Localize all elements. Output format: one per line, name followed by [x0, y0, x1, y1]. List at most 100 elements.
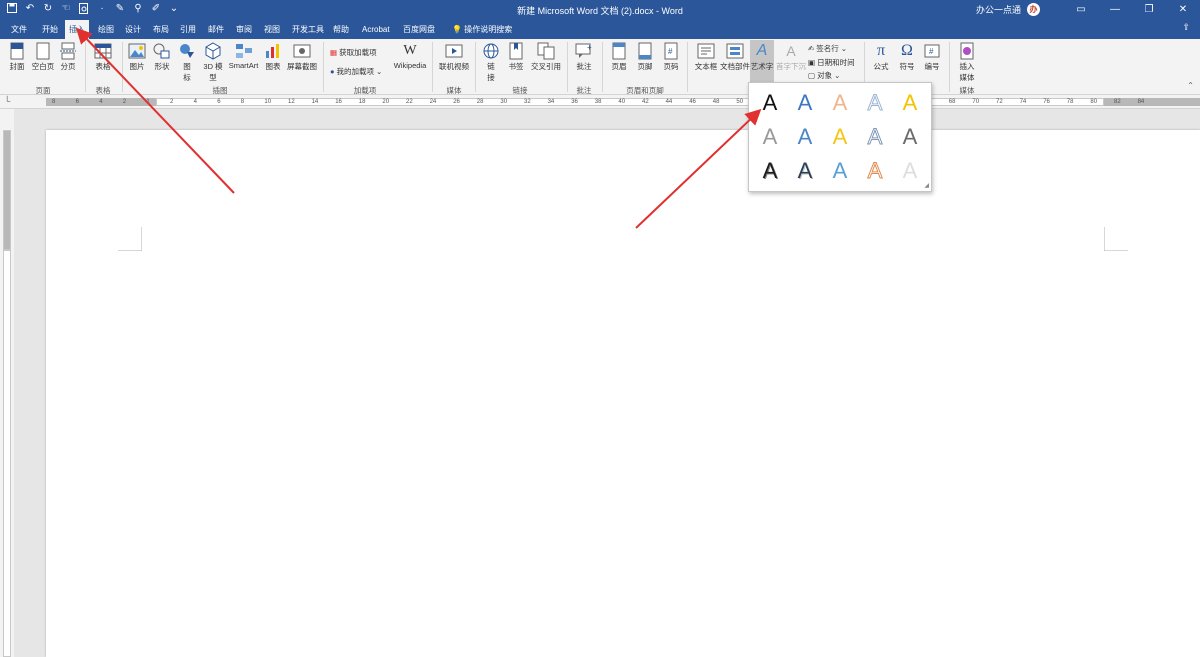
- ruler-tick-label: 72: [996, 99, 1003, 105]
- footer-icon: [638, 42, 652, 60]
- group-separator: [85, 42, 86, 92]
- ruler-tick-label: 48: [712, 99, 720, 105]
- resize-grip-icon[interactable]: ◢: [924, 182, 929, 189]
- svg-text:#: #: [668, 47, 673, 56]
- wordart-style-10[interactable]: A: [893, 121, 927, 153]
- quick-parts-button[interactable]: 文档部件: [720, 42, 750, 72]
- textbox-icon: [697, 43, 715, 59]
- wordart-style-12[interactable]: A: [788, 155, 822, 187]
- bookmark-button[interactable]: 书签: [506, 42, 526, 72]
- tab-layout[interactable]: 布局: [149, 20, 173, 39]
- comment-button[interactable]: + 批注: [573, 42, 595, 72]
- cover-page-icon: [10, 42, 24, 60]
- cover-page-button[interactable]: 封面: [6, 42, 28, 72]
- wordart-style-7[interactable]: A: [788, 121, 822, 153]
- tab-draw[interactable]: 绘图: [94, 20, 118, 39]
- object-button[interactable]: ▢ 对象 ⌄: [808, 70, 840, 81]
- link-button[interactable]: 链 接: [481, 42, 501, 83]
- wordart-style-11[interactable]: A: [753, 155, 787, 187]
- number-button[interactable]: # 编号: [921, 42, 943, 72]
- tab-mailings[interactable]: 邮件: [204, 20, 228, 39]
- chart-button[interactable]: 图表: [263, 42, 283, 72]
- ruler-tick-label: 16: [335, 99, 342, 105]
- wordart-style-15[interactable]: A: [893, 155, 927, 187]
- ruler-tick-label: 70: [972, 99, 980, 105]
- ruler-tick-label: 8: [240, 99, 245, 105]
- ribbon-display-options-icon[interactable]: ▭: [1064, 0, 1098, 20]
- screenshot-button[interactable]: 屏幕截图: [286, 42, 318, 72]
- wordart-style-2[interactable]: A: [788, 87, 822, 119]
- dropcap-button[interactable]: A 首字下沉: [776, 42, 806, 72]
- 3d-models-button[interactable]: 3D 模 型: [202, 42, 224, 83]
- tab-file[interactable]: 文件: [7, 20, 31, 39]
- minimize-icon[interactable]: —: [1098, 0, 1132, 20]
- collapse-ribbon-icon[interactable]: ⌃: [1187, 81, 1194, 90]
- my-addins-button[interactable]: ● 我的加载项 ⌄: [330, 66, 382, 77]
- ruler-tick-label: 40: [618, 99, 626, 105]
- wordart-style-9[interactable]: A: [858, 121, 892, 153]
- document-page[interactable]: [46, 130, 1200, 657]
- table-button[interactable]: 表格: [92, 42, 114, 72]
- datetime-button[interactable]: ▣ 日期和时间: [808, 57, 855, 68]
- smartart-button[interactable]: SmartArt: [227, 42, 260, 70]
- tell-me-search[interactable]: 💡 操作说明搜索: [448, 20, 516, 39]
- shapes-button[interactable]: 形状: [151, 42, 173, 72]
- smartart-icon: [235, 44, 252, 58]
- wordart-button[interactable]: A 艺术字: [750, 40, 774, 82]
- cross-reference-button[interactable]: 交叉引用: [530, 42, 562, 72]
- ruler-tick-label: 78: [1066, 99, 1074, 105]
- blank-page-button[interactable]: 空白页: [30, 42, 56, 72]
- close-icon[interactable]: ✕: [1166, 0, 1200, 20]
- ruler-tick-label: 4: [99, 99, 103, 105]
- page-number-button[interactable]: # 页码: [660, 42, 682, 72]
- signature-line-button[interactable]: ✍ 签名行 ⌄: [808, 43, 847, 54]
- ruler-tick-label: 20: [382, 99, 390, 105]
- chevron-down-icon: ⌄: [834, 71, 841, 80]
- tab-view[interactable]: 视图: [260, 20, 284, 39]
- comment-icon: +: [575, 43, 592, 58]
- header-button[interactable]: 页眉: [608, 42, 630, 72]
- ruler-text-area[interactable]: [156, 98, 1104, 106]
- equation-button[interactable]: π 公式: [869, 42, 893, 72]
- get-addins-button[interactable]: ▦ 获取加载项: [330, 47, 377, 58]
- tab-developer[interactable]: 开发工具: [288, 20, 328, 39]
- avatar[interactable]: 办: [1027, 3, 1040, 16]
- tab-home[interactable]: 开始: [38, 20, 62, 39]
- signature-icon: ✍: [808, 44, 815, 53]
- wordart-style-3[interactable]: A: [823, 87, 857, 119]
- tab-acrobat[interactable]: Acrobat: [358, 20, 394, 39]
- symbol-button[interactable]: Ω 符号: [896, 42, 918, 72]
- tab-baidu-netdisk[interactable]: 百度网盘: [399, 20, 439, 39]
- picture-button[interactable]: 图片: [126, 42, 148, 72]
- account-area[interactable]: 办公一点通 办: [976, 3, 1040, 16]
- object-icon: ▢: [808, 71, 816, 80]
- tab-insert[interactable]: 插入: [65, 20, 89, 39]
- wordart-style-8[interactable]: A: [823, 121, 857, 153]
- chevron-down-icon: ⌄: [840, 44, 848, 53]
- page-break-button[interactable]: 分页: [58, 42, 78, 72]
- footer-button[interactable]: 页脚: [634, 42, 656, 72]
- ruler-tick-label: 76: [1043, 99, 1050, 105]
- wikipedia-button[interactable]: W Wikipedia: [392, 42, 428, 70]
- tab-selector-icon[interactable]: └: [4, 96, 10, 106]
- tab-help[interactable]: 帮助: [329, 20, 353, 39]
- ruler-tick-label: 36: [571, 99, 578, 105]
- textbox-button[interactable]: 文本框: [692, 42, 720, 72]
- wordart-style-5[interactable]: A: [893, 87, 927, 119]
- tab-review[interactable]: 审阅: [232, 20, 256, 39]
- tab-design[interactable]: 设计: [121, 20, 145, 39]
- insert-media-button[interactable]: 插入 媒体: [954, 42, 980, 83]
- ruler-tick-label: 10: [264, 99, 272, 105]
- wordart-style-4[interactable]: A: [858, 87, 892, 119]
- online-video-button[interactable]: 联机视频: [437, 42, 471, 72]
- share-icon[interactable]: ⇪: [1182, 22, 1190, 33]
- tab-references[interactable]: 引用: [176, 20, 200, 39]
- vertical-ruler[interactable]: [0, 109, 14, 657]
- group-separator: [432, 42, 433, 92]
- wordart-style-14[interactable]: A: [858, 155, 892, 187]
- wordart-style-6[interactable]: A: [753, 121, 787, 153]
- wordart-style-13[interactable]: A: [823, 155, 857, 187]
- wordart-style-1[interactable]: A: [753, 87, 787, 119]
- icons-button[interactable]: 图 标: [177, 42, 197, 83]
- restore-icon[interactable]: ❐: [1132, 0, 1166, 20]
